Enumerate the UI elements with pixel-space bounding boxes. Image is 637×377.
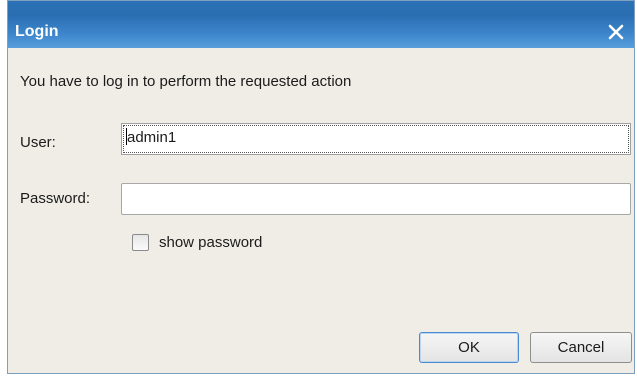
login-dialog: Login You have to log in to perform the … (7, 0, 635, 374)
show-password-label[interactable]: show password (159, 233, 262, 253)
user-input[interactable]: admin1 (121, 123, 631, 155)
user-input-value: admin1 (127, 129, 177, 146)
cancel-button[interactable]: Cancel (530, 332, 632, 363)
close-icon[interactable] (606, 22, 626, 42)
title-bar[interactable]: Login (8, 1, 634, 48)
instruction-message: You have to log in to perform the reques… (20, 73, 352, 90)
dialog-title: Login (15, 23, 59, 40)
ok-button[interactable]: OK (419, 332, 519, 363)
user-label: User: (20, 134, 56, 151)
password-input[interactable] (121, 183, 631, 215)
password-label: Password: (20, 190, 91, 207)
show-password-checkbox[interactable] (132, 234, 149, 251)
